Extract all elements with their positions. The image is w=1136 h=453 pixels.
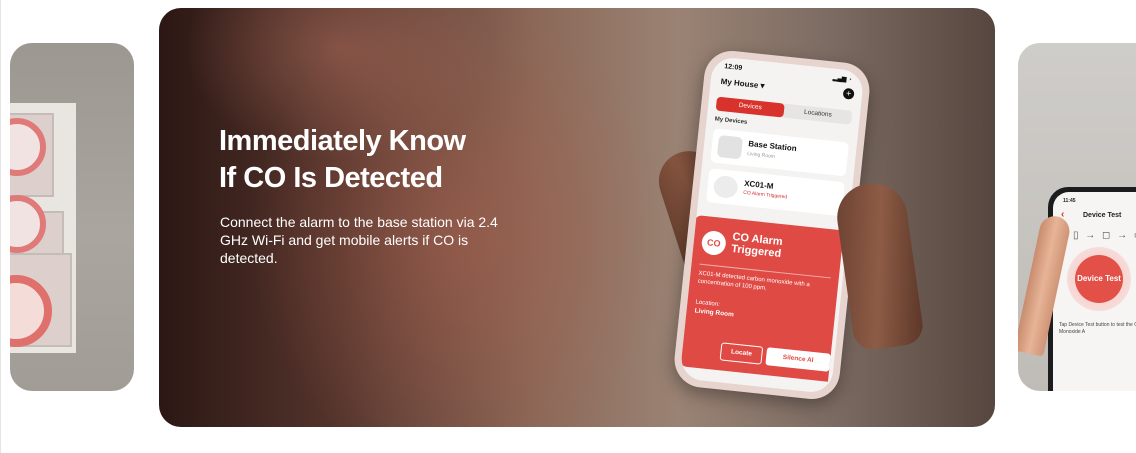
- device-flow-icons: ▯ → ◻ → ▭: [1073, 230, 1136, 241]
- hero-description: Connect the alarm to the base station vi…: [220, 214, 498, 267]
- mini-status-time: 11:45: [1063, 198, 1076, 204]
- carousel-card-next[interactable]: 11:45 ‹ Device Test ▯ → ◻ → ▭ Device Tes…: [1018, 43, 1136, 391]
- locate-button: Locate: [719, 342, 764, 365]
- signal-icon: ▂▄▆ ◔: [832, 75, 852, 84]
- device-card-base-station: Base Station Living Room: [710, 128, 850, 177]
- base-station-image: [716, 134, 743, 160]
- carousel-card-previous[interactable]: [10, 43, 134, 391]
- device-test-hint: Tap Device Test button to test the Carbo…: [1059, 322, 1136, 335]
- home-selector-label: My House: [720, 76, 759, 90]
- hero-title-line-1: Immediately Know: [219, 125, 466, 157]
- hero-slide: Immediately Know If CO Is Detected Conne…: [159, 8, 995, 427]
- section-label: My Devices: [714, 116, 748, 126]
- co-alert-popup: CO CO Alarm Triggered XC01-M detected ca…: [679, 214, 844, 382]
- add-icon: +: [842, 87, 855, 100]
- device-name: XC01-M: [743, 178, 774, 191]
- status-time: 12:09: [723, 63, 743, 72]
- co-alert-icon: CO: [700, 229, 727, 257]
- page-edge: [0, 0, 1, 453]
- chevron-down-icon: ▾: [760, 81, 766, 91]
- device-test-button: Device Test: [1075, 255, 1123, 303]
- hero-title-line-2: If CO Is Detected: [219, 162, 443, 195]
- silence-alarm-button: Silence Al: [765, 347, 831, 372]
- device-status: Living Room: [746, 151, 776, 160]
- hero-title: Immediately Know If CO Is Detected: [219, 123, 549, 197]
- alert-title: CO Alarm Triggered: [730, 230, 784, 261]
- alert-message: XC01-M detected carbon monoxide with a c…: [697, 270, 810, 292]
- home-selector: My House ▾: [720, 77, 765, 91]
- tab-devices: Devices: [715, 96, 785, 118]
- alert-location: Living Room: [694, 307, 735, 319]
- co-alarm-image: [712, 174, 739, 200]
- phone-screen: 12:09 ▂▄▆ ◔ My House ▾ + Devices Locatio…: [679, 55, 865, 395]
- alert-location-label: Location:: [695, 299, 721, 308]
- device-card-xc01m: XC01-M CO Alarm Triggered: [706, 168, 845, 217]
- tab-locations: Locations: [803, 108, 833, 119]
- mini-screen-title: Device Test: [1083, 212, 1122, 219]
- device-alert-status: CO Alarm Triggered: [742, 189, 788, 201]
